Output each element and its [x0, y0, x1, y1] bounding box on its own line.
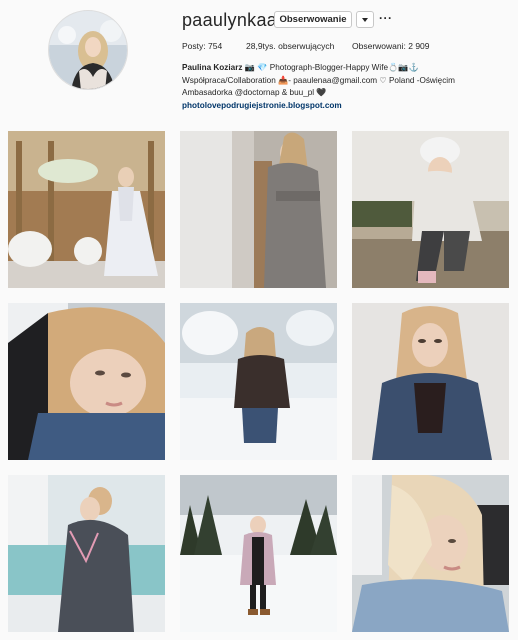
following-button[interactable]: Obserwowanie — [274, 11, 352, 28]
post-thumbnail-2[interactable] — [180, 131, 337, 288]
posts-count: Posty: 754 — [182, 41, 222, 51]
bio-line-3: Ambasadorka @doctornap & buu_pl 🖤 — [182, 88, 327, 97]
bio-line-1: Paulina Koziarz 📷 💎 Photograph-Blogger-H… — [182, 62, 512, 75]
bio-tagline: 📷 💎 Photograph-Blogger-Happy Wife💍📷⚓ — [244, 63, 419, 72]
post-thumbnail-4[interactable] — [8, 303, 165, 460]
bio-line-2: Współpraca/Collaboration 📥- paaulenaa@gm… — [182, 75, 455, 85]
posts-label: Posty: — [182, 41, 206, 51]
post-thumbnail-5[interactable] — [180, 303, 337, 460]
followers-value: 28,9tys. — [246, 41, 276, 51]
following-value: 2 909 — [408, 41, 430, 51]
suggestions-dropdown-button[interactable] — [356, 11, 374, 28]
more-options-icon[interactable]: ··· — [379, 11, 393, 25]
following-count[interactable]: Obserwowani: 2 909 — [352, 41, 430, 51]
post-thumbnail-3[interactable] — [352, 131, 509, 288]
posts-grid — [8, 131, 510, 636]
followers-label: obserwujących — [278, 41, 335, 51]
post-thumbnail-7[interactable] — [8, 475, 165, 632]
post-thumbnail-9[interactable] — [352, 475, 509, 632]
following-label: Obserwowani: — [352, 41, 406, 51]
followers-count[interactable]: 28,9tys. obserwujących — [246, 41, 334, 51]
posts-value: 754 — [208, 41, 223, 51]
post-thumbnail-6[interactable] — [352, 303, 509, 460]
bio-website-link[interactable]: photolovepodrugiejstronie.blogspot.com — [182, 100, 512, 113]
profile-avatar[interactable] — [48, 10, 128, 90]
post-thumbnail-1[interactable] — [8, 131, 165, 288]
post-thumbnail-8[interactable] — [180, 475, 337, 632]
profile-header: paaulynkaa Obserwowanie ··· Posty: 754 2… — [0, 0, 518, 122]
profile-full-name: Paulina Koziarz — [182, 63, 243, 72]
dropdown-caret-icon — [362, 17, 368, 22]
profile-bio: Paulina Koziarz 📷 💎 Photograph-Blogger-H… — [182, 62, 512, 112]
profile-username: paaulynkaa — [182, 10, 278, 30]
